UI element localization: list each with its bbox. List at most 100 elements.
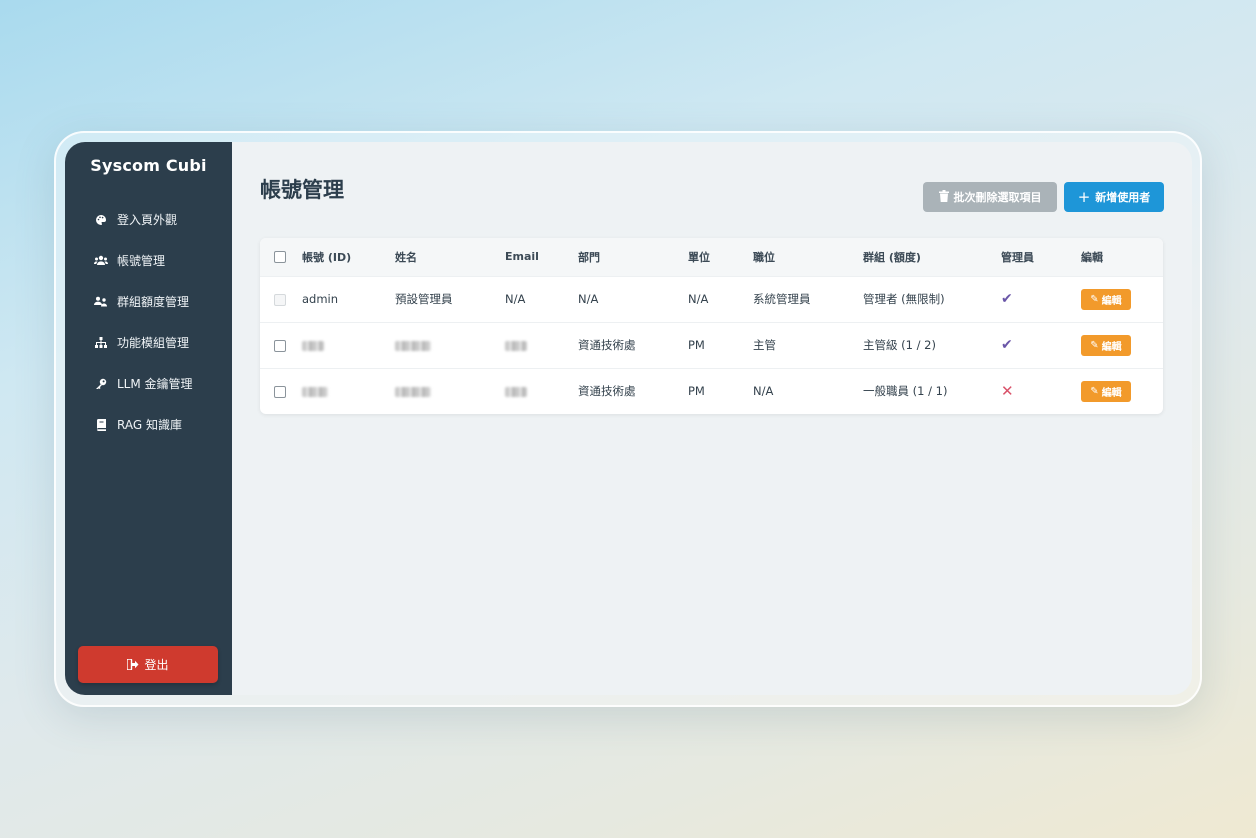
redacted-text xyxy=(505,386,527,397)
sidebar-item-login-appearance[interactable]: 登入頁外觀 xyxy=(65,199,232,240)
cell-admin: ✕ xyxy=(1001,368,1081,414)
sidebar-item-accounts[interactable]: 帳號管理 xyxy=(65,240,232,281)
add-user-button[interactable]: + 新增使用者 xyxy=(1064,182,1164,212)
batch-delete-button[interactable]: 批次刪除選取項目 xyxy=(923,182,1057,212)
row-checkbox[interactable] xyxy=(274,339,286,352)
logout-button[interactable]: 登出 xyxy=(78,646,218,683)
cell-id: admin xyxy=(302,292,339,306)
users-icon xyxy=(91,255,111,266)
cell-group: 主管級 (1 / 2) xyxy=(863,338,936,352)
check-icon: ✔ xyxy=(1001,337,1013,353)
redacted-text xyxy=(395,340,431,351)
col-unit: 單位 xyxy=(688,250,710,264)
redacted-text xyxy=(302,340,324,351)
cell-dept: 資通技術處 xyxy=(578,338,636,352)
cell-title: 系統管理員 xyxy=(753,292,811,306)
edit-label: 編輯 xyxy=(1101,341,1122,353)
palette-icon xyxy=(91,214,111,226)
cell-unit: PM xyxy=(688,384,705,399)
cell-edit: ✎ 編輯 xyxy=(1081,276,1163,322)
plus-icon: + xyxy=(1077,188,1091,206)
toolbar: 批次刪除選取項目 + 新增使用者 xyxy=(923,182,1164,212)
logout-label: 登出 xyxy=(144,658,169,672)
accounts-table-card: 帳號 (ID) 姓名 Email 部門 單位 職位 群組 (額度) 管理員 編輯 xyxy=(260,238,1163,414)
pencil-icon: ✎ xyxy=(1090,339,1099,351)
row-select-cell xyxy=(260,276,302,322)
edit-button[interactable]: ✎ 編輯 xyxy=(1081,288,1131,310)
row-checkbox[interactable] xyxy=(274,385,286,398)
cell-name-redacted xyxy=(395,368,505,414)
sidebar-item-group-quota[interactable]: 群組額度管理 xyxy=(65,281,232,322)
sidebar-menu: 登入頁外觀 帳號管理 群組額度管理 功能模組管理 LLM 金鑰管理 RAG 知識… xyxy=(65,199,232,445)
col-dept: 部門 xyxy=(578,250,600,264)
cell-dept: 資通技術處 xyxy=(578,384,636,399)
sidebar: Syscom Cubi 登入頁外觀 帳號管理 群組額度管理 功能模組管理 LLM… xyxy=(65,142,232,695)
sign-out-icon xyxy=(127,659,139,670)
cell-edit: ✎ 編輯 xyxy=(1081,368,1163,414)
main-content: 帳號管理 批次刪除選取項目 + 新增使用者 帳號 (ID) 姓名 Email 部… xyxy=(232,142,1192,695)
col-title: 職位 xyxy=(753,250,775,264)
col-id: 帳號 (ID) xyxy=(302,250,352,264)
add-user-label: 新增使用者 xyxy=(1095,191,1151,204)
edit-label: 編輯 xyxy=(1101,387,1122,399)
table-row: 資通技術處 PM 主管 主管級 (1 / 2) ✔ ✎ 編輯 xyxy=(260,322,1163,368)
cell-unit: PM xyxy=(688,338,705,352)
sidebar-item-label: RAG 知識庫 xyxy=(117,418,182,432)
sidebar-item-label: 帳號管理 xyxy=(117,254,166,268)
row-select-cell xyxy=(260,368,302,414)
redacted-text xyxy=(505,340,527,351)
cell-admin: ✔ xyxy=(1001,276,1081,322)
cell-unit: N/A xyxy=(688,292,709,306)
cell-edit: ✎ 編輯 xyxy=(1081,322,1163,368)
cell-email-redacted xyxy=(505,368,578,414)
sidebar-item-label: 登入頁外觀 xyxy=(117,213,178,227)
check-icon: ✔ xyxy=(1001,291,1013,307)
sidebar-item-label: 群組額度管理 xyxy=(117,295,190,309)
key-icon xyxy=(91,378,111,390)
redacted-text xyxy=(302,386,328,397)
cell-title: 主管 xyxy=(753,338,776,352)
row-select-cell xyxy=(260,322,302,368)
col-admin: 管理員 xyxy=(1001,250,1034,264)
edit-label: 編輯 xyxy=(1101,295,1122,307)
cell-group: 一般職員 (1 / 1) xyxy=(863,384,948,399)
col-email: Email xyxy=(505,250,539,264)
sitemap-icon xyxy=(91,337,111,348)
redacted-text xyxy=(395,386,431,397)
sidebar-item-label: 功能模組管理 xyxy=(117,336,190,350)
cell-admin: ✔ xyxy=(1001,322,1081,368)
col-name: 姓名 xyxy=(395,250,417,264)
cell-dept: N/A xyxy=(578,292,599,306)
app-window: Syscom Cubi 登入頁外觀 帳號管理 群組額度管理 功能模組管理 LLM… xyxy=(65,142,1192,695)
edit-button[interactable]: ✎ 編輯 xyxy=(1081,380,1131,402)
sidebar-item-modules[interactable]: 功能模組管理 xyxy=(65,322,232,363)
cell-email-redacted xyxy=(505,322,578,368)
cell-id-redacted xyxy=(302,322,395,368)
cross-icon: ✕ xyxy=(1001,382,1014,401)
select-all-checkbox[interactable] xyxy=(274,251,286,264)
page-title: 帳號管理 xyxy=(260,178,344,202)
pencil-icon: ✎ xyxy=(1090,293,1099,305)
col-group: 群組 (額度) xyxy=(863,250,921,264)
pencil-icon: ✎ xyxy=(1090,385,1099,397)
sidebar-item-label: LLM 金鑰管理 xyxy=(117,377,193,391)
cell-name: 預設管理員 xyxy=(395,292,453,306)
cell-email: N/A xyxy=(505,292,526,306)
batch-delete-label: 批次刪除選取項目 xyxy=(953,191,1042,204)
user-group-icon xyxy=(91,296,111,307)
row-checkbox-disabled xyxy=(274,293,286,306)
table-row: 資通技術處 PM N/A 一般職員 (1 / 1) ✕ ✎ 編輯 xyxy=(260,368,1163,414)
trash-icon xyxy=(938,189,949,205)
col-edit: 編輯 xyxy=(1081,250,1103,264)
table-row: admin 預設管理員 N/A N/A N/A 系統管理員 管理者 (無限制) … xyxy=(260,276,1163,322)
sidebar-item-llm-keys[interactable]: LLM 金鑰管理 xyxy=(65,363,232,404)
cell-id-redacted xyxy=(302,368,395,414)
table-header-row: 帳號 (ID) 姓名 Email 部門 單位 職位 群組 (額度) 管理員 編輯 xyxy=(260,238,1163,276)
brand-title: Syscom Cubi xyxy=(90,156,207,175)
edit-button[interactable]: ✎ 編輯 xyxy=(1081,334,1131,356)
cell-group: 管理者 (無限制) xyxy=(863,292,945,306)
accounts-table: 帳號 (ID) 姓名 Email 部門 單位 職位 群組 (額度) 管理員 編輯 xyxy=(260,238,1163,414)
book-icon xyxy=(91,418,111,431)
sidebar-item-rag[interactable]: RAG 知識庫 xyxy=(65,404,232,445)
cell-title: N/A xyxy=(753,384,774,399)
